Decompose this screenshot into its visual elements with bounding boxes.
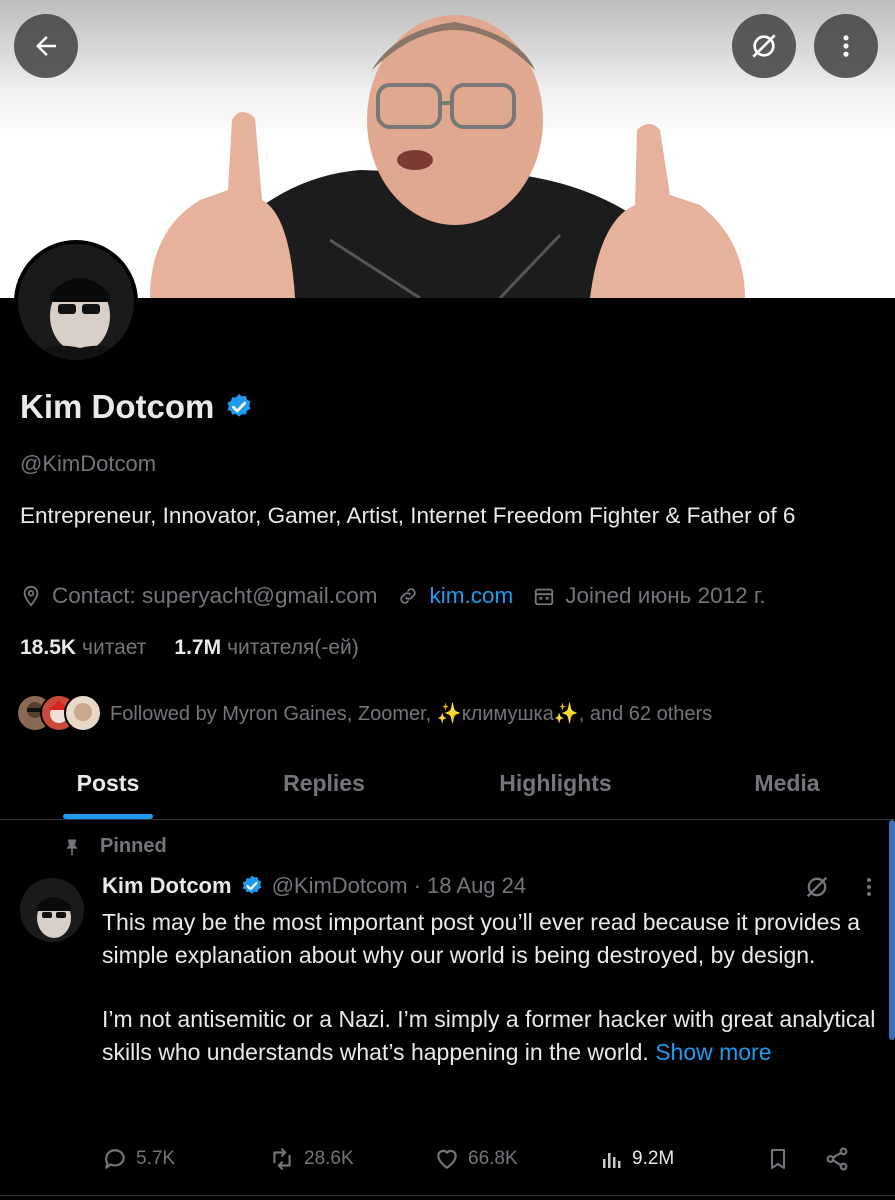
repost-icon	[273, 1148, 291, 1170]
bookmark-icon	[771, 1149, 785, 1169]
repost-count: 28.6K	[304, 1148, 354, 1169]
follower-avatar	[64, 694, 102, 732]
profile-bio: Entrepreneur, Innovator, Gamer, Artist, …	[20, 503, 796, 528]
followers-count[interactable]: 1.7M	[174, 636, 221, 660]
following-label[interactable]: читает	[82, 636, 146, 660]
joined-item: Joined июнь 2012 г.	[533, 583, 766, 609]
more-options-button[interactable]	[814, 14, 878, 78]
show-more-link[interactable]: Show more	[655, 1039, 771, 1065]
views-button[interactable]: 9.2M	[600, 1146, 766, 1172]
follow-stats: 18.5K читает 1.7M читателя(-ей)	[20, 636, 387, 660]
pinned-indicator: Pinned	[62, 835, 167, 858]
post-actions: 5.7K 28.6K 66.8K 9.2M	[102, 1146, 862, 1172]
joined-text: Joined июнь 2012 г.	[565, 583, 766, 608]
reply-icon	[105, 1149, 125, 1169]
contact-text: Contact: superyacht@gmail.com	[52, 583, 378, 608]
views-bar-icon	[603, 1153, 621, 1168]
arrow-left-icon	[36, 36, 56, 56]
post-date[interactable]: · 18 Aug 24	[414, 873, 527, 899]
profile-display-name: Kim Dotcom	[20, 388, 215, 425]
post-avatar-image	[20, 878, 84, 942]
profile-tabs: Posts Replies Highlights Media	[0, 750, 895, 820]
avatar-image	[18, 244, 134, 360]
verified-badge-icon	[242, 875, 261, 894]
post-author-avatar[interactable]	[20, 878, 84, 942]
post-divider	[0, 1195, 895, 1196]
post-paragraph: This may be the most important post you’…	[102, 909, 861, 968]
website-link[interactable]: kim.com	[429, 583, 513, 609]
more-vertical-icon	[843, 35, 849, 57]
tab-highlights[interactable]: Highlights	[432, 750, 679, 819]
pinned-label: Pinned	[100, 835, 167, 857]
link-icon	[400, 588, 417, 604]
heart-icon	[437, 1149, 457, 1169]
following-count[interactable]: 18.5K	[20, 636, 76, 660]
back-button[interactable]	[14, 14, 78, 78]
followed-by-text: Followed by Myron Gaines, Zoomer, ✨климу…	[110, 702, 713, 725]
calendar-icon	[535, 588, 554, 606]
post-author-name[interactable]: Kim Dotcom	[102, 873, 232, 899]
bookmark-button[interactable]	[766, 1146, 824, 1172]
profile-name-row: Kim Dotcom	[20, 388, 254, 426]
followed-by-row[interactable]: Followed by Myron Gaines, Zoomer, ✨климу…	[16, 694, 712, 732]
like-count: 66.8K	[468, 1148, 518, 1169]
reply-button[interactable]: 5.7K	[102, 1146, 268, 1172]
tab-replies[interactable]: Replies	[216, 750, 432, 819]
profile-meta: Contact: superyacht@gmail.com kim.com Jo…	[20, 583, 786, 609]
grok-slash-icon[interactable]	[803, 873, 831, 901]
post-paragraph-2: I’m not antisemitic or a Nazi. I’m simpl…	[102, 1003, 882, 1068]
grok-slash-icon	[752, 34, 776, 58]
tab-posts[interactable]: Posts	[0, 750, 216, 819]
post-header-actions	[803, 873, 873, 901]
followers-label[interactable]: читателя(-ей)	[227, 636, 359, 660]
views-count: 9.2M	[632, 1148, 675, 1169]
tab-media[interactable]: Media	[679, 750, 895, 819]
verified-badge-icon[interactable]	[224, 392, 254, 422]
website-item[interactable]: kim.com	[397, 583, 513, 609]
pin-icon	[66, 839, 78, 855]
profile-handle: @KimDotcom	[20, 451, 157, 476]
like-button[interactable]: 66.8K	[434, 1146, 600, 1172]
post-body[interactable]: This may be the most important post you’…	[102, 906, 882, 1068]
share-button[interactable]	[824, 1146, 850, 1172]
more-vertical-icon[interactable]	[865, 875, 873, 899]
grok-button[interactable]	[732, 14, 796, 78]
share-icon	[826, 1147, 848, 1171]
repost-button[interactable]: 28.6K	[268, 1146, 434, 1172]
post-header: Kim Dotcom @KimDotcom · 18 Aug 24	[102, 873, 526, 899]
location-pin-icon	[23, 585, 39, 607]
scrollbar[interactable]	[889, 820, 895, 1040]
post-author-handle[interactable]: @KimDotcom	[272, 873, 408, 899]
contact-item: Contact: superyacht@gmail.com	[20, 583, 377, 609]
reply-count: 5.7K	[136, 1148, 176, 1169]
profile-avatar[interactable]	[14, 240, 138, 364]
